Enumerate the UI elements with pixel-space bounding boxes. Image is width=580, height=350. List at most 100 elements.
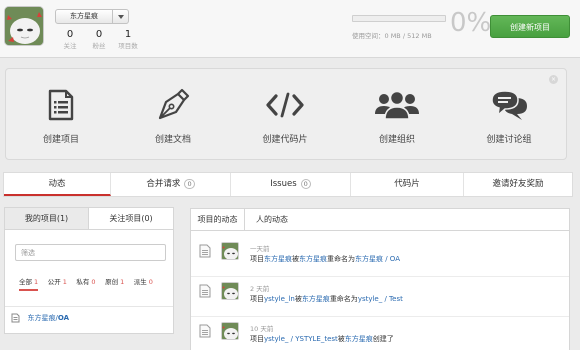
activity-panel: 项目的动态 人的动态 一天前 项目东方星痕被东方星痕重命名为东方星痕 / OA 2 … [190, 208, 570, 350]
storage-quota-text: 使用空间：0 MB / 512 MB [352, 32, 432, 40]
group-people-icon [352, 87, 442, 123]
tab-label: 代码片 [394, 179, 420, 189]
activity-text: 项目ystyle_ / YSTYLE_test被东方星痕创建了 [250, 334, 394, 344]
tab-count-badge: 0 [184, 178, 195, 189]
activity-time: 10 天前 [250, 325, 274, 333]
activity-link[interactable]: 东方星痕 [264, 255, 292, 263]
activity-text: 项目ystyle_ln被东方星痕重命名为ystyle_ / Test [250, 294, 403, 304]
filter-label: 私有 [76, 278, 90, 286]
create-project-button[interactable]: 创建新项目 [490, 15, 570, 38]
quick-create-snippet[interactable]: 创建代码片 [240, 87, 330, 145]
filter-count: 0 [91, 278, 96, 286]
stat-projects[interactable]: 1 项目数 [113, 29, 143, 51]
document-icon [199, 284, 211, 298]
project-list-item[interactable]: 东方星痕/OA [11, 313, 69, 323]
chat-bubbles-icon [464, 87, 554, 123]
tab-watched-projects[interactable]: 关注项目(0) [89, 208, 173, 229]
quota-label: 使用空间： [352, 32, 385, 40]
document-icon [199, 324, 211, 338]
project-filter-chips: 全部 1 公开 1 私有 0 原创 1 派生 0 [19, 276, 160, 291]
quick-create-label: 创建讨论组 [486, 135, 532, 145]
activity-link[interactable]: 东方星痕 [299, 255, 327, 263]
filter-all[interactable]: 全部 1 [19, 276, 39, 291]
activity-text-part: 项目 [250, 295, 264, 303]
code-brackets-icon [240, 87, 330, 123]
filter-count: 1 [120, 278, 125, 286]
activity-item: 10 天前 项目ystyle_ / YSTYLE_test被东方星痕创建了 [191, 319, 569, 350]
projects-tabs: 我的项目(1) 关注项目(0) [5, 208, 173, 230]
tab-project-activity[interactable]: 项目的动态 [191, 209, 245, 230]
activity-link[interactable]: 东方星痕 [302, 295, 330, 303]
activity-text-part: 项目 [250, 255, 264, 263]
quick-create-label: 创建项目 [42, 135, 79, 145]
divider [5, 306, 173, 307]
avatar[interactable] [4, 6, 44, 46]
tab-my-projects[interactable]: 我的项目(1) [5, 208, 89, 229]
activity-link[interactable]: ystyle_ / Test [358, 295, 403, 303]
activity-text-part: 创建了 [372, 335, 394, 343]
avatar-image [5, 7, 43, 45]
activity-text-part: 重命名为 [327, 255, 355, 263]
activity-link[interactable]: 东方星痕 / OA [355, 255, 400, 263]
stat-number: 0 [66, 29, 74, 40]
activity-text-part: 被 [337, 335, 345, 343]
quick-create-project[interactable]: 创建项目 [16, 87, 106, 145]
project-owner: 东方星痕 [27, 314, 56, 322]
storage-percent: 0% [450, 8, 492, 38]
activity-link[interactable]: ystyle_ln [264, 295, 295, 303]
filter-forked[interactable]: 派生 0 [134, 276, 153, 286]
activity-tabs: 项目的动态 人的动态 [191, 209, 569, 231]
filter-private[interactable]: 私有 0 [76, 276, 95, 286]
activity-link[interactable]: 东方星痕 [345, 335, 373, 343]
filter-count: 0 [148, 278, 153, 286]
tab-snippets[interactable]: 代码片 [351, 173, 464, 196]
document-list-icon [16, 87, 106, 123]
quick-create-label: 创建代码片 [262, 135, 308, 145]
projects-panel: 我的项目(1) 关注项目(0) 全部1 公开1 私有0 原创1 派生0 东方星痕… [4, 207, 174, 334]
quick-create-panel: × 创建项目 创建文档 创建代码片 创建组织 创建讨论组 [5, 68, 567, 160]
quick-create-org[interactable]: 创建组织 [352, 87, 442, 145]
filter-count: 1 [62, 278, 67, 286]
project-name: OA [57, 314, 70, 322]
project-name-link[interactable]: 东方星痕/OA [28, 313, 70, 323]
stat-following[interactable]: 0 关注 [55, 29, 85, 51]
filter-public[interactable]: 公开 1 [48, 276, 67, 286]
quota-total: 512 MB [407, 32, 432, 40]
document-icon [199, 244, 211, 258]
storage-quota-bar [352, 15, 446, 22]
tab-activity[interactable]: 动态 [4, 173, 111, 196]
username-label: 东方星痕 [56, 10, 113, 23]
activity-text: 项目东方星痕被东方星痕重命名为东方星痕 / OA [250, 254, 400, 264]
activity-link[interactable]: ystyle_ / YSTYLE_test [264, 335, 338, 343]
stat-label: 粉丝 [92, 42, 106, 50]
quick-create-doc[interactable]: 创建文档 [128, 87, 218, 145]
tab-count-badge: 0 [300, 178, 311, 189]
tab-label: 合并请求 [146, 179, 181, 189]
tab-people-activity[interactable]: 人的动态 [245, 209, 299, 230]
quick-create-discussion[interactable]: 创建讨论组 [464, 87, 554, 145]
tab-invite-rewards[interactable]: 邀请好友奖励 [464, 173, 572, 196]
tab-label: 动态 [48, 179, 66, 189]
user-dropdown[interactable]: 东方星痕 [55, 9, 129, 24]
quota-used: 0 MB [384, 32, 401, 40]
activity-time: 一天前 [250, 245, 270, 253]
tab-merge-requests[interactable]: 合并请求 0 [111, 173, 231, 196]
main-tabs: 动态 合并请求 0 Issues 0 代码片 邀请好友奖励 [3, 172, 573, 197]
stat-number: 0 [95, 29, 103, 40]
avatar[interactable] [221, 282, 239, 300]
close-icon[interactable]: × [549, 75, 558, 84]
avatar[interactable] [221, 242, 239, 260]
tab-issues[interactable]: Issues 0 [231, 173, 351, 196]
project-filter-input[interactable] [15, 244, 166, 261]
activity-time: 2 天前 [250, 285, 270, 293]
stat-label: 关注 [63, 42, 77, 50]
stat-label: 项目数 [118, 42, 138, 50]
avatar[interactable] [221, 322, 239, 340]
activity-text-part: 重命名为 [329, 295, 358, 303]
activity-text-part: 项目 [250, 335, 264, 343]
filter-original[interactable]: 原创 1 [105, 276, 124, 286]
stat-followers[interactable]: 0 粉丝 [84, 29, 114, 51]
profile-bar: 东方星痕 0 关注 0 粉丝 1 项目数 使用空间：0 MB / 512 MB … [0, 0, 580, 58]
repo-icon [11, 313, 20, 323]
activity-item: 一天前 项目东方星痕被东方星痕重命名为东方星痕 / OA [191, 239, 569, 277]
